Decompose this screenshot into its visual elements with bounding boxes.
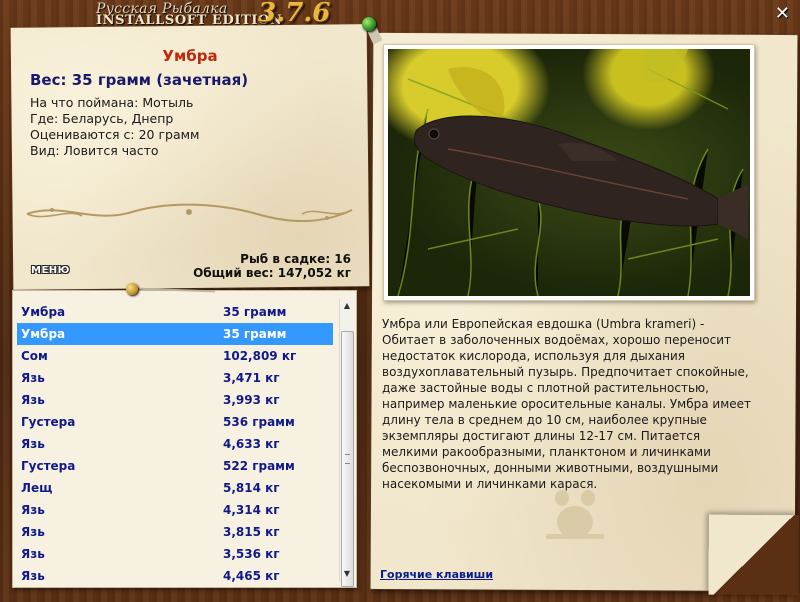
catch-fish-name: Густера bbox=[21, 459, 76, 473]
catch-fish-weight: 3,815 кг bbox=[223, 525, 280, 539]
table-row[interactable]: Сом 102,809 кг bbox=[17, 345, 333, 367]
menu-button[interactable]: МЕНЮ bbox=[31, 265, 70, 276]
pushpin-icon bbox=[126, 283, 138, 295]
catch-fish-name: Язь bbox=[21, 437, 45, 451]
keepnet-total-weight: Общий вес: 147,052 кг bbox=[193, 266, 351, 280]
table-row[interactable]: Язь 4,465 кг bbox=[17, 565, 333, 587]
catch-fish-name: Умбра bbox=[21, 327, 66, 341]
table-row[interactable]: Умбра 35 грамм bbox=[17, 301, 333, 323]
fish-illustration bbox=[397, 49, 748, 296]
catch-fish-name: Язь bbox=[21, 503, 45, 517]
fish-location: Где: Беларусь, Днепр bbox=[30, 111, 174, 126]
table-row[interactable]: Язь 3,993 кг bbox=[17, 389, 333, 411]
hotkeys-link[interactable]: Горячие клавиши bbox=[380, 568, 493, 581]
catch-fish-weight: 4,465 кг bbox=[223, 569, 280, 583]
catch-fish-name: Язь bbox=[21, 371, 45, 385]
table-row[interactable]: Язь 3,471 кг bbox=[17, 367, 333, 389]
title-bar: Русская Рыбалка INSTALLSOFT EDITION 3.7.… bbox=[0, 0, 800, 30]
catch-fish-weight: 35 грамм bbox=[223, 327, 287, 341]
table-row[interactable]: Лещ 5,814 кг bbox=[17, 477, 333, 499]
catch-list[interactable]: Умбра 35 грамм Умбра 35 грамм Сом 102,809 кг Я… bbox=[12, 290, 357, 588]
fish-watermark-icon bbox=[546, 490, 604, 539]
catch-fish-weight: 102,809 кг bbox=[223, 349, 297, 363]
catch-fish-name: Умбра bbox=[21, 305, 66, 319]
fish-name-title: Умбра bbox=[162, 47, 218, 65]
ornament-divider bbox=[26, 203, 353, 222]
catch-fish-weight: 522 грамм bbox=[223, 459, 295, 473]
table-row[interactable]: Язь 4,314 кг bbox=[17, 499, 333, 521]
catch-fish-weight: 3,536 кг bbox=[223, 547, 280, 561]
fish-value-from: Оцениваются с: 20 грамм bbox=[30, 127, 200, 142]
table-row[interactable]: Умбра 35 грамм bbox=[17, 323, 333, 345]
list-scrollbar[interactable]: ▲ ▼ bbox=[339, 299, 354, 587]
catch-fish-name: Язь bbox=[21, 547, 45, 561]
grip-icon bbox=[345, 454, 350, 464]
fish-bait: На что поймана: Мотыль bbox=[30, 95, 194, 110]
catch-fish-name: Лещ bbox=[21, 481, 53, 495]
scrollbar-thumb[interactable] bbox=[341, 331, 354, 587]
catch-fish-weight: 536 грамм bbox=[223, 415, 295, 429]
catch-list-rows: Умбра 35 грамм Умбра 35 грамм Сом 102,809 кг Я… bbox=[17, 301, 333, 587]
catch-fish-weight: 35 грамм bbox=[223, 305, 287, 319]
table-row[interactable]: Язь 3,815 кг bbox=[17, 521, 333, 543]
scroll-up-icon[interactable]: ▲ bbox=[340, 299, 354, 313]
fish-photo-frame bbox=[383, 44, 755, 301]
table-row[interactable]: Густера 522 грамм bbox=[17, 455, 333, 477]
catch-fish-weight: 4,633 кг bbox=[223, 437, 280, 451]
pushpin-icon bbox=[362, 17, 376, 31]
catch-fish-name: Сом bbox=[21, 349, 48, 363]
table-row[interactable]: Язь 4,633 кг bbox=[17, 433, 333, 455]
fish-description: Умбра или Европейская евдошка (Umbra kra… bbox=[382, 317, 752, 491]
table-row[interactable]: Густера 536 грамм bbox=[17, 411, 333, 433]
fish-weight: Вес: 35 грамм (зачетная) bbox=[30, 71, 249, 89]
fish-kind: Вид: Ловится часто bbox=[30, 143, 159, 158]
keepnet-count: Рыб в садке: 16 bbox=[240, 252, 351, 266]
table-row[interactable]: Язь 3,536 кг bbox=[17, 543, 333, 565]
catch-fish-weight: 3,993 кг bbox=[223, 393, 280, 407]
catch-fish-name: Язь bbox=[21, 393, 45, 407]
catch-fish-name: Густера bbox=[21, 415, 76, 429]
close-icon[interactable]: ✕ bbox=[775, 4, 790, 24]
catch-fish-name: Язь bbox=[21, 569, 45, 583]
fish-photo bbox=[388, 49, 750, 296]
catch-fish-name: Язь bbox=[21, 525, 45, 539]
scroll-down-icon[interactable]: ▼ bbox=[340, 567, 354, 581]
catch-fish-weight: 4,314 кг bbox=[223, 503, 280, 517]
catch-fish-weight: 5,814 кг bbox=[223, 481, 280, 495]
catch-fish-weight: 3,471 кг bbox=[223, 371, 280, 385]
